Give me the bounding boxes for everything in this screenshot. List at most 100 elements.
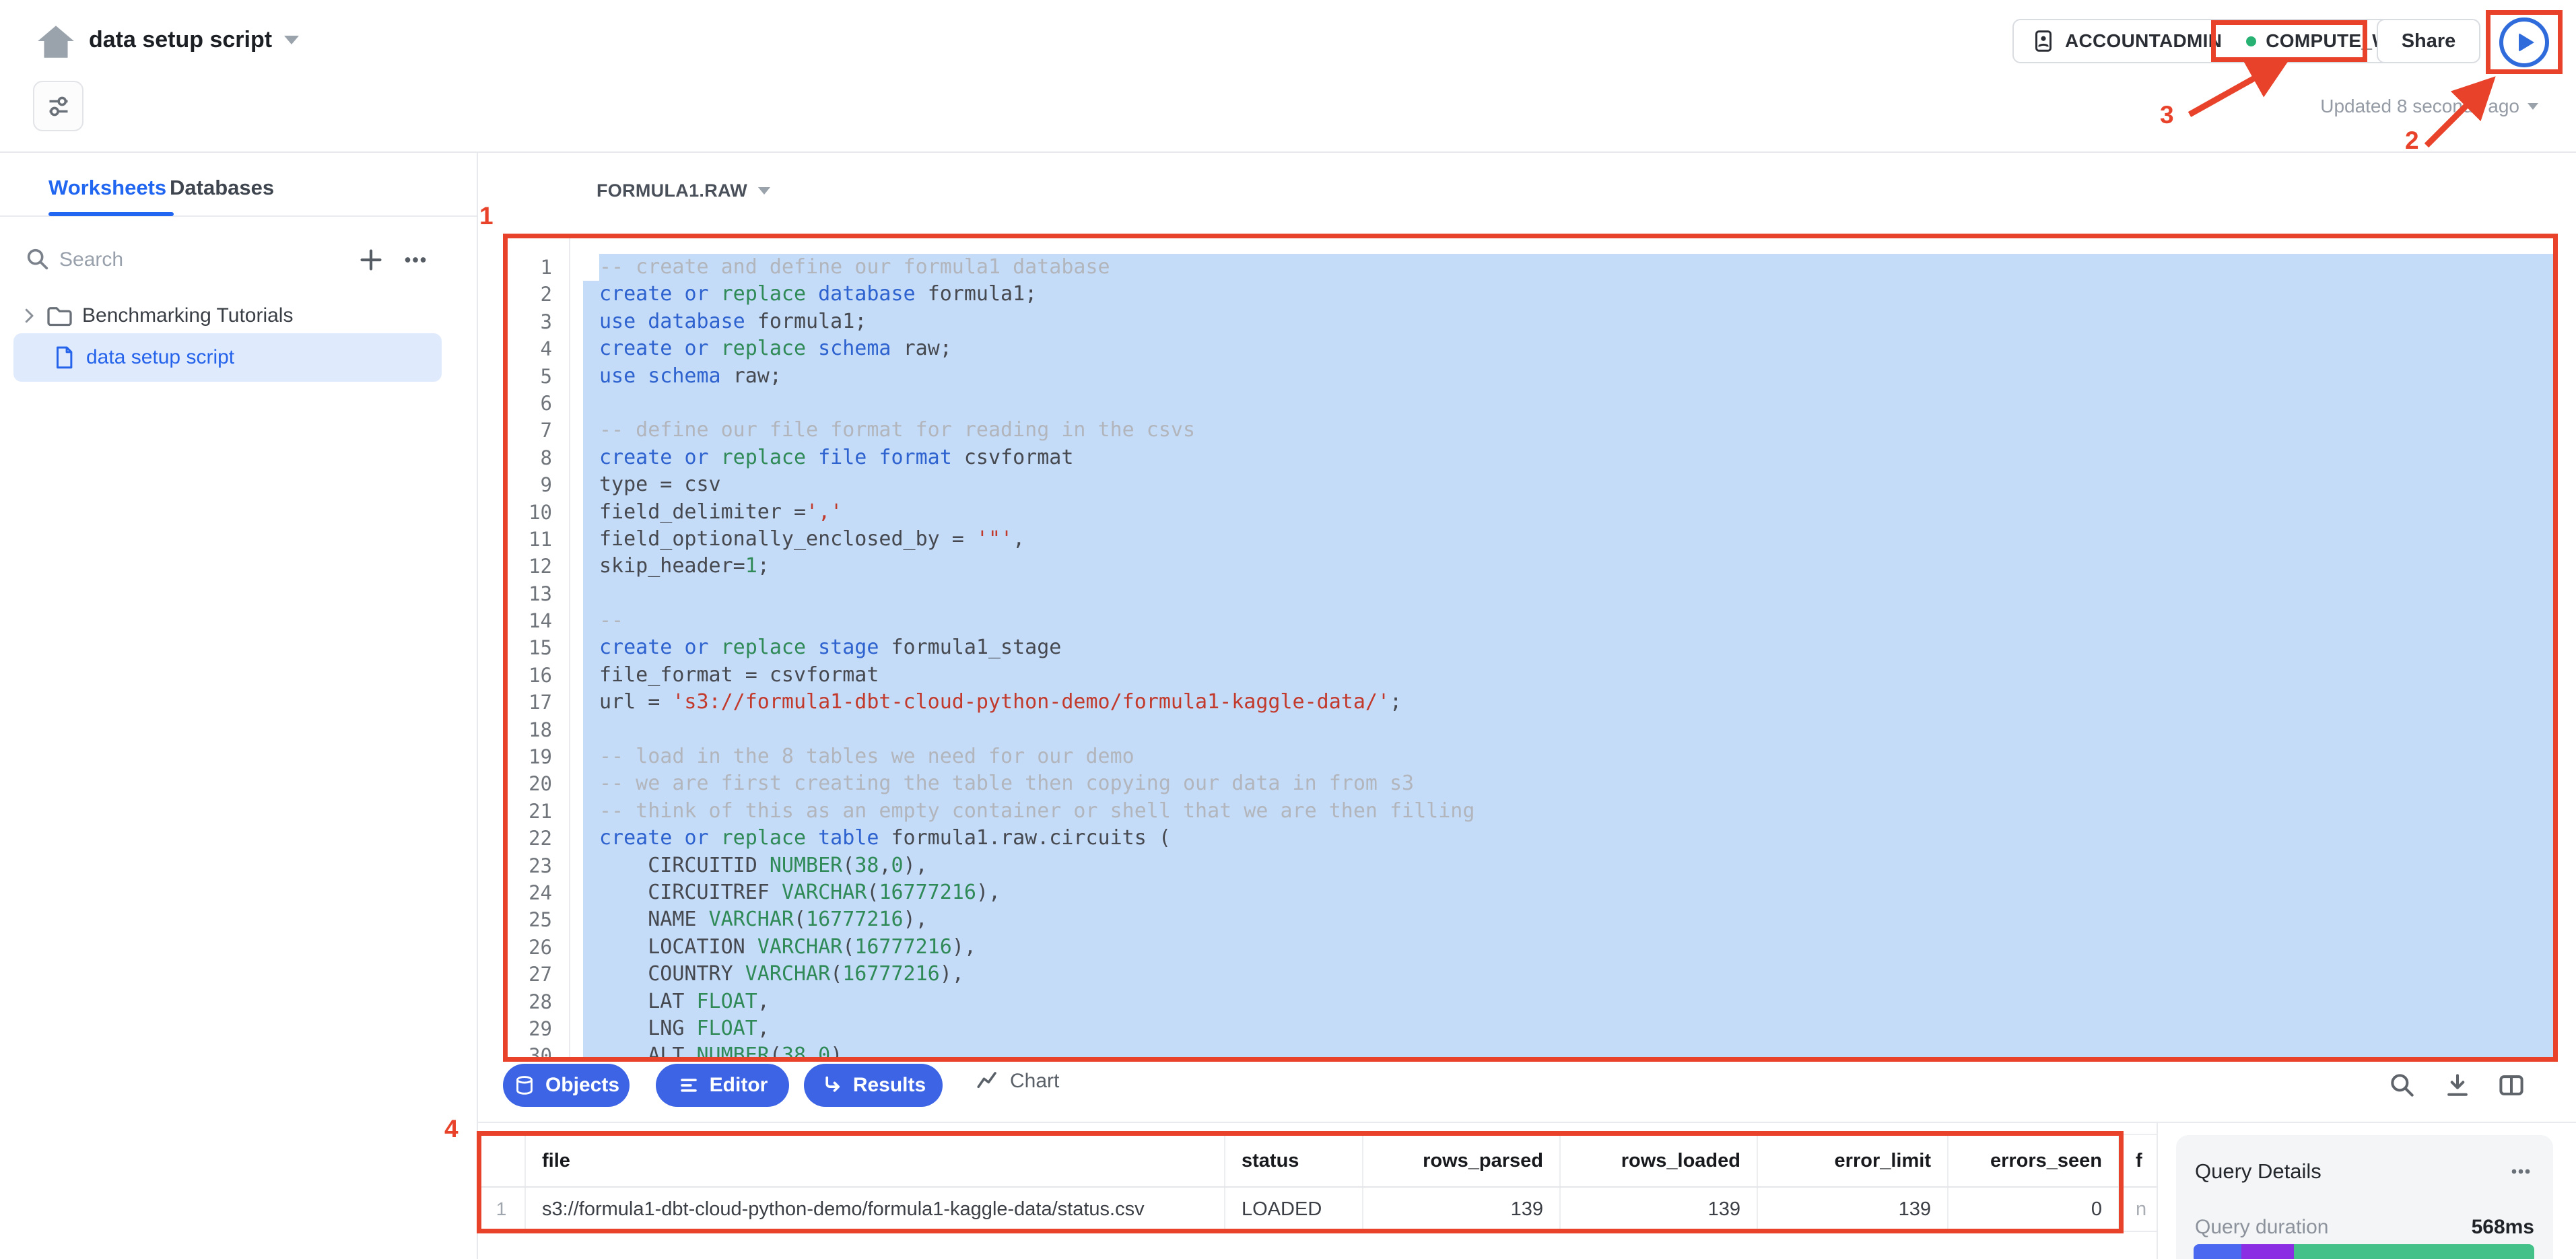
line-number: 9 (503, 471, 569, 498)
warehouse-status-dot (2246, 36, 2256, 46)
objects-button[interactable]: Objects (503, 1064, 630, 1107)
table-header-cell[interactable]: f (2120, 1135, 2157, 1186)
code-line[interactable]: skip_header=1; (583, 553, 2554, 580)
table-header-cell[interactable]: rows_parsed (1363, 1135, 1561, 1186)
table-cell[interactable]: LOADED (1225, 1188, 1363, 1231)
code-line[interactable]: create or replace table formula1.raw.cir… (583, 825, 2554, 852)
split-columns-icon[interactable] (2497, 1070, 2526, 1100)
line-number: 23 (503, 852, 569, 879)
code-line[interactable]: field_optionally_enclosed_by = '"', (583, 526, 2554, 553)
sidebar-item-folder[interactable]: Benchmarking Tutorials (0, 296, 477, 336)
code-line[interactable]: url = 's3://formula1-dbt-cloud-python-de… (583, 689, 2554, 716)
table-cell[interactable]: n (2120, 1188, 2157, 1231)
code-token: create (599, 446, 684, 469)
code-line[interactable]: -- we are first creating the table then … (583, 770, 2554, 797)
code-line[interactable]: LOCATION VARCHAR(16777216), (583, 934, 2554, 961)
code-token: formula1.raw.circuits ( (891, 826, 1171, 850)
table-cell[interactable]: 139 (1758, 1188, 1948, 1231)
code-token: use (599, 364, 648, 388)
table-header-cell[interactable]: rows_loaded (1561, 1135, 1758, 1186)
more-options-icon[interactable] (400, 244, 431, 275)
tab-worksheets[interactable]: Worksheets (48, 176, 166, 200)
code-line[interactable]: LAT FLOAT, (583, 988, 2554, 1015)
code-line[interactable]: -- (583, 607, 2554, 634)
code-line[interactable]: create or replace database formula1; (583, 281, 2554, 308)
updated-status-menu[interactable]: Updated 8 seconds ago (2320, 96, 2538, 117)
run-button[interactable] (2499, 18, 2549, 67)
worksheet-title-menu[interactable]: data setup script (89, 27, 299, 53)
sidebar-search[interactable]: Search (0, 240, 477, 283)
code-token: ( (770, 1044, 782, 1062)
editor-label: Editor (710, 1074, 768, 1097)
table-header-cell[interactable]: file (526, 1135, 1225, 1186)
code-line[interactable]: -- load in the 8 tables we need for our … (583, 743, 2554, 770)
code-line[interactable]: -- define our file format for reading in… (583, 417, 2554, 444)
code-line[interactable]: -- create and define our formula1 databa… (599, 254, 2554, 281)
line-number: 30 (503, 1042, 569, 1062)
table-header-cell[interactable]: error_limit (1758, 1135, 1948, 1186)
download-icon[interactable] (2443, 1070, 2472, 1100)
code-token: 0 (891, 854, 904, 877)
editor-button[interactable]: Editor (656, 1064, 789, 1107)
code-line[interactable]: file_format = csvformat (583, 662, 2554, 689)
code-token: field_optionally_enclosed_by = (599, 527, 976, 551)
table-header-cell[interactable] (478, 1135, 526, 1186)
code-line[interactable]: field_delimiter =',' (583, 499, 2554, 526)
code-line[interactable]: use schema raw; (583, 363, 2554, 390)
panel-divider[interactable] (2157, 1122, 2158, 1259)
share-button[interactable]: Share (2377, 19, 2480, 63)
code-line[interactable]: create or replace schema raw; (583, 335, 2554, 362)
query-details-more-icon[interactable] (2507, 1158, 2534, 1185)
code-token: or (684, 446, 720, 469)
line-number: 24 (503, 879, 569, 906)
table-row[interactable]: 1s3://formula1-dbt-cloud-python-demo/for… (478, 1188, 2157, 1232)
table-header-cell[interactable]: status (1225, 1135, 1363, 1186)
code-token: replace (721, 826, 819, 850)
line-number: 3 (503, 308, 569, 335)
results-button[interactable]: Results (804, 1064, 943, 1107)
line-number: 4 (503, 335, 569, 362)
code-line[interactable]: COUNTRY VARCHAR(16777216), (583, 961, 2554, 988)
code-line[interactable]: -- think of this as an empty container o… (583, 798, 2554, 825)
code-line[interactable]: CIRCUITID NUMBER(38,0), (583, 852, 2554, 879)
table-cell[interactable]: s3://formula1-dbt-cloud-python-demo/form… (526, 1188, 1225, 1231)
code-line[interactable]: create or replace file format csvformat (583, 444, 2554, 471)
table-cell[interactable]: 0 (1948, 1188, 2120, 1231)
chart-tab[interactable]: Chart (975, 1069, 1059, 1093)
code-line[interactable]: LNG FLOAT, (583, 1015, 2554, 1042)
code-line[interactable] (583, 390, 2554, 417)
code-line[interactable] (583, 716, 2554, 743)
code-line[interactable]: ALT NUMBER(38,0), (583, 1042, 2554, 1062)
sql-editor[interactable]: -- create and define our formula1 databa… (503, 234, 2558, 1062)
query-duration-bar (2194, 1244, 2534, 1259)
add-worksheet-icon[interactable] (355, 244, 386, 275)
code-line[interactable]: CIRCUITREF VARCHAR(16777216), (583, 879, 2554, 906)
filters-button[interactable] (33, 81, 83, 131)
session-context-button[interactable]: ACCOUNTADMIN COMPUTE_WH (2012, 19, 2423, 63)
sidebar-item-selected-worksheet[interactable]: data setup script (13, 333, 442, 382)
table-cell[interactable]: 1 (478, 1188, 526, 1231)
results-table[interactable]: filestatusrows_parsedrows_loadederror_li… (478, 1134, 2157, 1232)
code-line[interactable]: use database formula1; (583, 308, 2554, 335)
code-token: CIRCUITREF (599, 881, 782, 904)
line-number: 17 (503, 689, 569, 716)
code-token: formula1; (757, 310, 867, 333)
code-line[interactable]: type = csv (583, 471, 2554, 498)
code-token: ALT (599, 1044, 697, 1062)
updated-text: Updated 8 seconds ago (2320, 96, 2519, 117)
query-duration-value: 568ms (2472, 1216, 2534, 1239)
schema-context-menu[interactable]: FORMULA1.RAW (597, 180, 770, 201)
search-results-icon[interactable] (2387, 1070, 2417, 1100)
tab-databases[interactable]: Databases (170, 176, 274, 200)
code-line[interactable] (583, 580, 2554, 607)
home-button[interactable] (34, 20, 78, 65)
line-number: 20 (503, 770, 569, 797)
table-cell[interactable]: 139 (1363, 1188, 1561, 1231)
code-token: 0 (818, 1044, 830, 1062)
line-number: 27 (503, 961, 569, 988)
table-header-cell[interactable]: errors_seen (1948, 1135, 2120, 1186)
code-line[interactable]: create or replace stage formula1_stage (583, 634, 2554, 661)
table-cell[interactable]: 139 (1561, 1188, 1758, 1231)
code-token: or (684, 826, 720, 850)
code-line[interactable]: NAME VARCHAR(16777216), (583, 906, 2554, 933)
